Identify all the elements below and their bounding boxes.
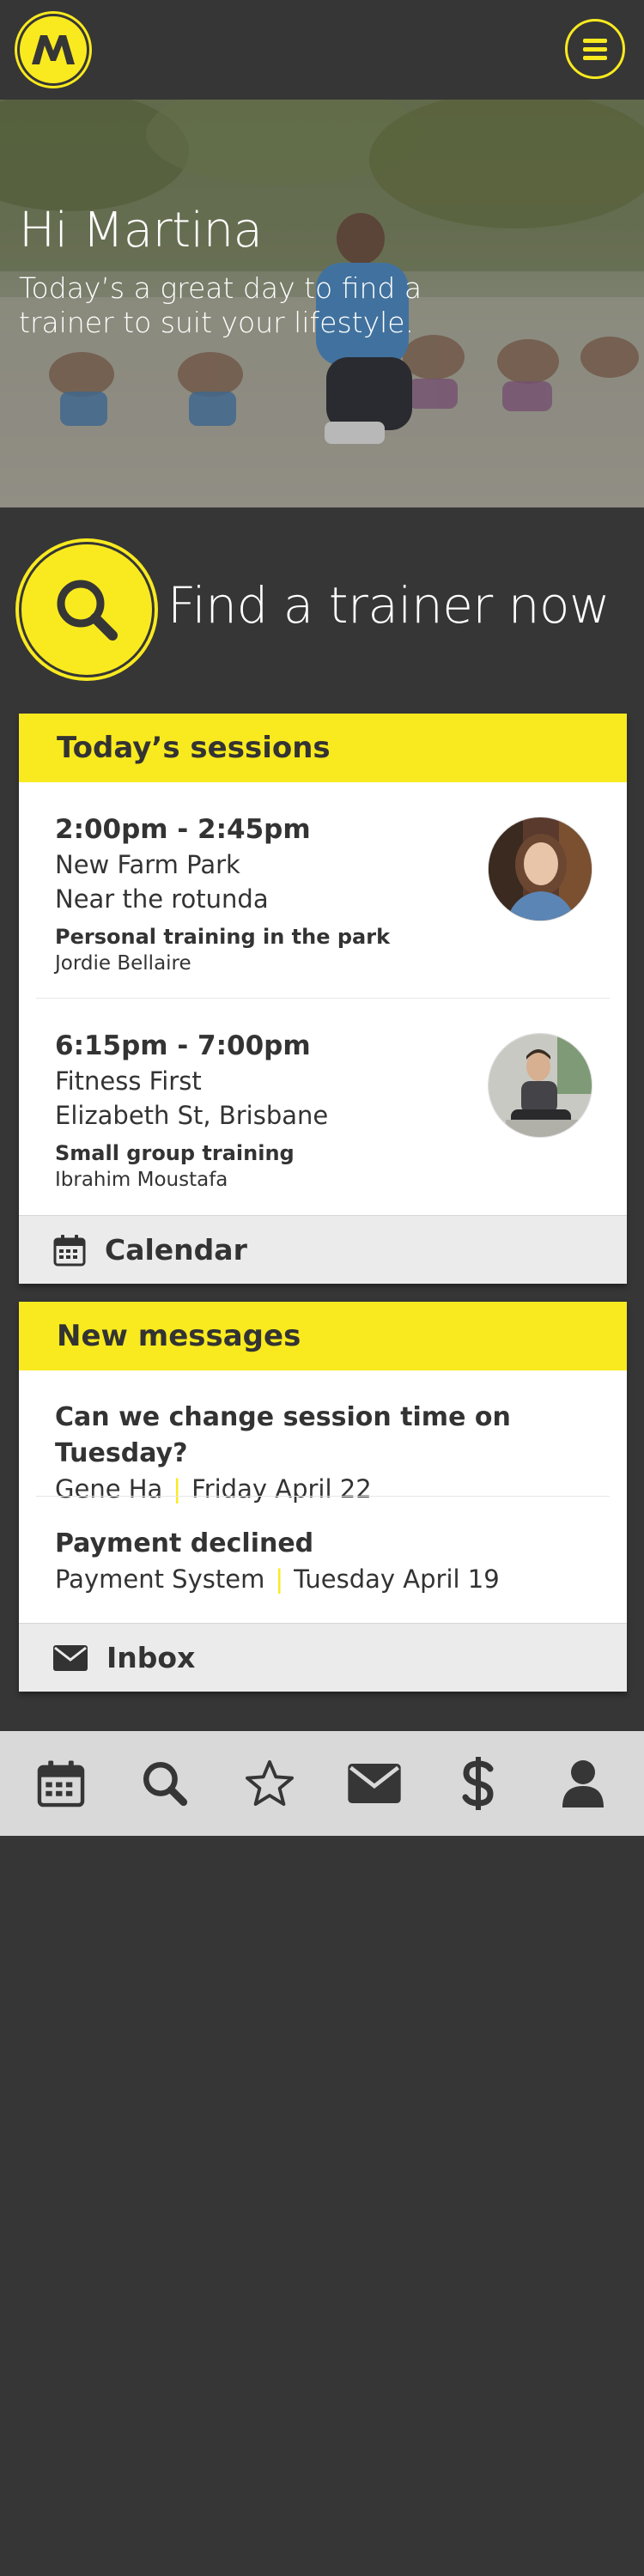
envelope-icon — [53, 1644, 88, 1671]
logo[interactable] — [17, 14, 89, 86]
message-item[interactable]: Payment declined Payment System | Tuesday … — [19, 1497, 627, 1623]
menu-button[interactable] — [565, 19, 625, 79]
calendar-icon — [37, 1760, 85, 1807]
session-item[interactable]: 2:00pm - 2:45pm New Farm Park Near the r… — [19, 782, 627, 999]
session-trainer: Ibrahim Moustafa — [55, 1169, 228, 1191]
search-icon — [143, 1761, 188, 1807]
find-trainer-button[interactable] — [19, 542, 155, 677]
message-date: Tuesday April 19 — [294, 1564, 500, 1594]
message-sender: Payment System — [55, 1564, 265, 1594]
top-bar — [0, 0, 644, 100]
hero-banner: Hi Martina Today’s a great day to find a… — [0, 100, 644, 507]
hamburger-icon — [583, 39, 607, 43]
nav-calendar[interactable] — [22, 1745, 100, 1822]
nav-profile[interactable] — [544, 1745, 622, 1822]
message-item[interactable]: Can we change session time on Tuesday? G… — [19, 1370, 627, 1504]
trainer-avatar[interactable] — [488, 817, 592, 921]
inbox-button[interactable]: Inbox — [19, 1623, 627, 1692]
avatar-image — [489, 1034, 592, 1137]
messages-card: New messages Can we change session time … — [19, 1302, 627, 1692]
message-subject: Can we change session time on Tuesday? — [55, 1402, 511, 1468]
session-type: Personal training in the park — [55, 925, 391, 949]
session-trainer: Jordie Bellaire — [55, 952, 191, 975]
session-type: Small group training — [55, 1141, 295, 1165]
envelope-icon — [348, 1764, 401, 1803]
calendar-label: Calendar — [105, 1233, 247, 1267]
logo-m-icon — [32, 35, 75, 64]
nav-messages[interactable] — [336, 1745, 413, 1822]
star-icon — [246, 1759, 295, 1807]
hero-subtitle: Today’s a great day to find a trainer to… — [19, 271, 422, 339]
find-trainer-section[interactable]: Find a trainer now — [0, 507, 644, 714]
dollar-icon — [462, 1757, 494, 1810]
inbox-label: Inbox — [106, 1641, 196, 1674]
sessions-card-title: Today’s sessions — [19, 714, 627, 782]
hero-greeting: Hi Martina — [19, 203, 263, 258]
nav-search[interactable] — [126, 1745, 204, 1822]
messages-card-title: New messages — [19, 1302, 627, 1370]
nav-payments[interactable] — [440, 1745, 517, 1822]
session-item[interactable]: 6:15pm - 7:00pm Fitness First Elizabeth … — [19, 999, 627, 1215]
user-icon — [562, 1760, 605, 1807]
bottom-nav — [0, 1731, 644, 1836]
sessions-card: Today’s sessions 2:00pm - 2:45pm New Far… — [19, 714, 627, 1284]
message-subject: Payment declined — [55, 1528, 314, 1558]
calendar-button[interactable]: Calendar — [19, 1215, 627, 1284]
trainer-avatar[interactable] — [488, 1033, 592, 1138]
find-trainer-label[interactable]: Find a trainer now — [167, 576, 610, 635]
search-icon — [57, 580, 118, 641]
avatar-image — [489, 817, 592, 920]
nav-favourites[interactable] — [231, 1745, 308, 1822]
calendar-icon — [53, 1234, 86, 1266]
